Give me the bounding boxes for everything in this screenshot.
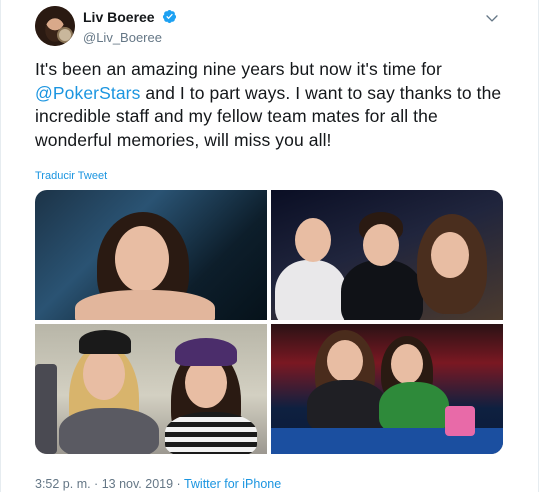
avatar-pet: [57, 27, 73, 43]
handle[interactable]: @Liv_Boeree: [83, 30, 177, 45]
photo-2[interactable]: [271, 190, 503, 320]
author-block[interactable]: Liv Boeree @Liv_Boeree: [83, 8, 177, 45]
photo-1-face: [115, 226, 169, 292]
photo-2-person-middle: [341, 260, 423, 320]
photo-2-face-right: [431, 232, 469, 278]
photo-4-chips: [445, 406, 475, 436]
photo-2-face-left: [295, 218, 331, 262]
photo-3-background-person: [35, 364, 57, 454]
photo-3-body-left: [59, 408, 159, 454]
tweet-meta: 3:52 p. m. · 13 nov. 2019 · Twitter for …: [35, 477, 281, 491]
source-link[interactable]: Twitter for iPhone: [184, 477, 281, 491]
tweet-card: Liv Boeree @Liv_Boeree It's been an amaz…: [0, 0, 539, 492]
translate-tweet-link[interactable]: Traducir Tweet: [35, 170, 107, 182]
photo-3-face-left: [83, 348, 125, 400]
photo-1[interactable]: [35, 190, 267, 320]
photo-4-face-left: [327, 340, 363, 382]
timestamp[interactable]: 3:52 p. m. · 13 nov. 2019 ·: [35, 477, 184, 491]
photo-3-striped-shirt: [165, 412, 257, 454]
tweet-text-part-1: It's been an amazing nine years but now …: [35, 59, 442, 79]
photo-4[interactable]: [271, 324, 503, 454]
photo-1-shoulders: [75, 290, 215, 320]
tweet-text: It's been an amazing nine years but now …: [35, 58, 505, 152]
photo-3[interactable]: [35, 324, 267, 454]
photo-2-face-middle: [363, 224, 399, 266]
profile-avatar[interactable]: [35, 6, 75, 46]
photo-3-cap-left: [79, 330, 131, 354]
chevron-down-icon[interactable]: [484, 10, 500, 26]
verified-badge-icon: [162, 10, 177, 24]
photo-2-person-left: [275, 260, 347, 320]
photo-4-body-left: [307, 380, 387, 434]
mention-link[interactable]: @PokerStars: [35, 83, 140, 103]
photo-4-body-right: [379, 382, 449, 434]
photo-4-face-right: [391, 344, 423, 384]
photo-3-beanie: [175, 338, 237, 366]
media-grid: [35, 190, 503, 454]
display-name[interactable]: Liv Boeree: [83, 9, 155, 25]
